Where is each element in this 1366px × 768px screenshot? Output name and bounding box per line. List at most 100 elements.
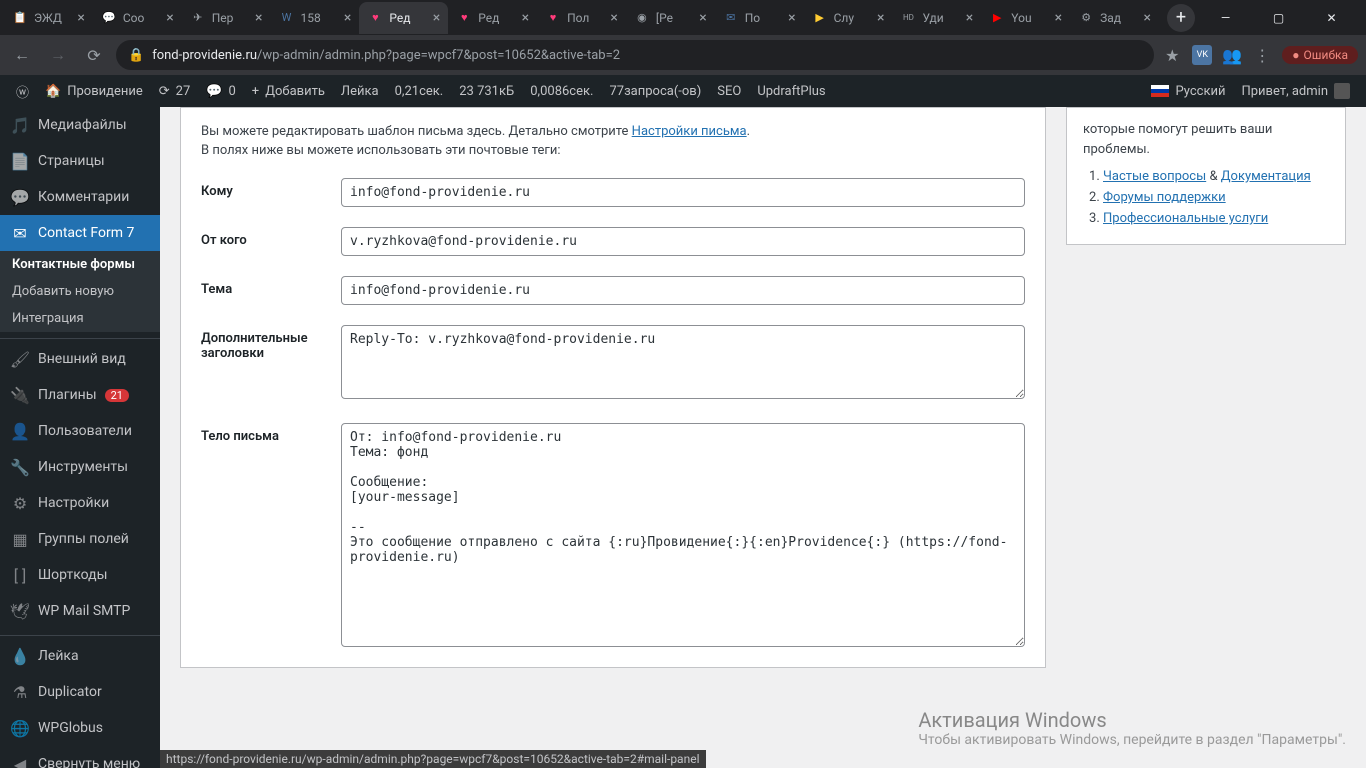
sidebar-item-settings[interactable]: ⚙Настройки (0, 485, 160, 521)
sidebar-item-tools[interactable]: 🔧Инструменты (0, 449, 160, 485)
tab-title: Зад (1100, 11, 1137, 25)
mail-settings-link[interactable]: Настройки письма (632, 124, 747, 139)
sidebar-item-users[interactable]: 👤Пользователи (0, 413, 160, 449)
reload-button[interactable]: ⟳ (80, 41, 108, 69)
sidebar-subitem-forms[interactable]: Контактные формы (0, 251, 160, 278)
url-field[interactable]: 🔒 fond-providenie.ru/wp-admin/admin.php?… (116, 40, 1154, 70)
browser-tab[interactable]: ▶You× (981, 2, 1070, 34)
browser-tab[interactable]: ◉[Ре× (626, 2, 715, 34)
comments-count[interactable]: 💬0 (198, 75, 244, 107)
browser-tab[interactable]: HDУди× (892, 2, 981, 34)
browser-tab[interactable]: 📋ЭЖД× (4, 2, 93, 34)
vk-extension-icon[interactable]: VK (1192, 45, 1212, 65)
tab-close-icon[interactable]: × (166, 10, 173, 26)
services-link[interactable]: Профессиональные услуги (1103, 211, 1268, 226)
adminbar-leyka[interactable]: Лейка (333, 75, 387, 107)
forums-link[interactable]: Форумы поддержки (1103, 190, 1226, 205)
sidebar-item-field-groups[interactable]: ▦Группы полей (0, 521, 160, 557)
tab-close-icon[interactable]: × (344, 10, 351, 26)
comment-icon: 💬 (206, 84, 222, 99)
forward-button[interactable]: → (44, 41, 72, 69)
shortcodes-icon: [ ] (10, 565, 30, 585)
home-icon: 🏠 (45, 84, 61, 99)
error-badge[interactable]: ●Ошибка (1282, 46, 1358, 64)
adminbar-time[interactable]: 0,21сек. (387, 75, 452, 107)
sidebar-item-comments[interactable]: 💬Комментарии (0, 179, 160, 215)
tab-close-icon[interactable]: × (433, 10, 440, 26)
help-item: Форумы поддержки (1103, 190, 1329, 205)
tools-icon: 🔧 (10, 457, 30, 477)
settings-icon: ⚙ (10, 493, 30, 513)
tab-title: 158 (301, 11, 338, 25)
subject-input[interactable] (341, 276, 1025, 305)
adminbar-dbtime[interactable]: 0,0086сек. (522, 75, 601, 107)
sidebar-item-media[interactable]: 🎵Медиафайлы (0, 107, 160, 143)
browser-tab[interactable]: ♥Пол× (537, 2, 626, 34)
tab-favicon-icon: ⚙ (1078, 10, 1094, 26)
tab-close-icon[interactable]: × (255, 10, 262, 26)
tab-close-icon[interactable]: × (77, 10, 84, 26)
site-name[interactable]: 🏠Провидение (37, 75, 151, 107)
sidebar-item-shortcodes[interactable]: [ ]Шорткоды (0, 557, 160, 593)
browser-tab[interactable]: ✈Пер× (182, 2, 271, 34)
sidebar-collapse[interactable]: ◀Свернуть меню (0, 746, 160, 768)
tab-close-icon[interactable]: × (1143, 10, 1150, 26)
sidebar-item-plugins[interactable]: 🔌Плагины21 (0, 377, 160, 413)
sidebar-item-appearance[interactable]: 🖌Внешний вид (0, 341, 160, 377)
plugin-icon: 🔌 (10, 385, 30, 405)
plugins-badge: 21 (105, 389, 129, 402)
tab-close-icon[interactable]: × (1055, 10, 1062, 26)
tab-favicon-icon: ♥ (545, 10, 561, 26)
close-window-button[interactable]: ✕ (1309, 3, 1354, 33)
tab-close-icon[interactable]: × (966, 10, 973, 26)
sidebar-subitem-integration[interactable]: Интеграция (0, 305, 160, 332)
adminbar-queries[interactable]: 77запроса(-ов) (601, 75, 709, 107)
adminbar-updraft[interactable]: UpdraftPlus (749, 75, 833, 107)
extension-icon[interactable]: ⋮ (1252, 45, 1272, 65)
browser-tab[interactable]: ⚙ Зад × (1070, 2, 1159, 34)
tab-favicon-icon: ♥ (367, 10, 383, 26)
headers-textarea[interactable] (341, 325, 1025, 399)
maximize-button[interactable]: ▢ (1256, 3, 1301, 33)
new-tab-button[interactable]: + (1167, 4, 1195, 32)
wp-logo[interactable]: ⓦ (8, 75, 37, 107)
updates-count[interactable]: ⟳27 (151, 75, 199, 107)
faq-link[interactable]: Частые вопросы (1103, 169, 1206, 184)
browser-tab[interactable]: ▶Слу× (804, 2, 893, 34)
tab-close-icon[interactable]: × (610, 10, 617, 26)
to-input[interactable] (341, 178, 1025, 207)
sidebar-item-wpglobus[interactable]: 🌐WPGlobus (0, 710, 160, 746)
sidebar-subitem-add[interactable]: Добавить новую (0, 278, 160, 305)
docs-link[interactable]: Документация (1221, 169, 1311, 184)
tab-close-icon[interactable]: × (522, 10, 529, 26)
cf7-submenu: Контактные формы Добавить новую Интеграц… (0, 251, 160, 332)
back-button[interactable]: ← (8, 41, 36, 69)
adminbar-memory[interactable]: 23 731кБ (451, 75, 522, 107)
minimize-button[interactable]: — (1203, 3, 1248, 33)
extension-icon[interactable]: 👥 (1222, 45, 1242, 65)
browser-tab[interactable]: ♥Ред× (448, 2, 537, 34)
browser-tab-active[interactable]: ♥Ред× (359, 2, 448, 34)
tab-close-icon[interactable]: × (788, 10, 795, 26)
sidebar-item-cf7[interactable]: ✉Contact Form 7 (0, 215, 160, 251)
from-input[interactable] (341, 227, 1025, 256)
sidebar-item-pages[interactable]: 📄Страницы (0, 143, 160, 179)
browser-tab[interactable]: 💬Coo× (93, 2, 182, 34)
add-new[interactable]: +Добавить (244, 75, 333, 107)
adminbar-seo[interactable]: SEO (709, 75, 749, 107)
browser-tab[interactable]: W158× (271, 2, 360, 34)
tab-title: ЭЖД (34, 11, 71, 25)
extension-icon[interactable]: ★ (1162, 45, 1182, 65)
help-list: Частые вопросы & Документация Форумы под… (1083, 169, 1329, 226)
tab-close-icon[interactable]: × (877, 10, 884, 26)
body-textarea[interactable] (341, 423, 1025, 647)
language-switcher[interactable]: Русский (1143, 75, 1233, 107)
sidebar-item-duplicator[interactable]: ⚗Duplicator (0, 674, 160, 710)
sidebar-item-wpmail[interactable]: 🕊WP Mail SMTP (0, 593, 160, 629)
sidebar-item-leyka[interactable]: 💧Лейка (0, 638, 160, 674)
browser-tab[interactable]: ✉По× (715, 2, 804, 34)
admin-sidebar: 🎵Медиафайлы 📄Страницы 💬Комментарии ✉Cont… (0, 107, 160, 768)
user-greeting[interactable]: Привет, admin (1233, 75, 1358, 107)
tab-close-icon[interactable]: × (699, 10, 706, 26)
tab-favicon-icon: ✈ (190, 10, 206, 26)
